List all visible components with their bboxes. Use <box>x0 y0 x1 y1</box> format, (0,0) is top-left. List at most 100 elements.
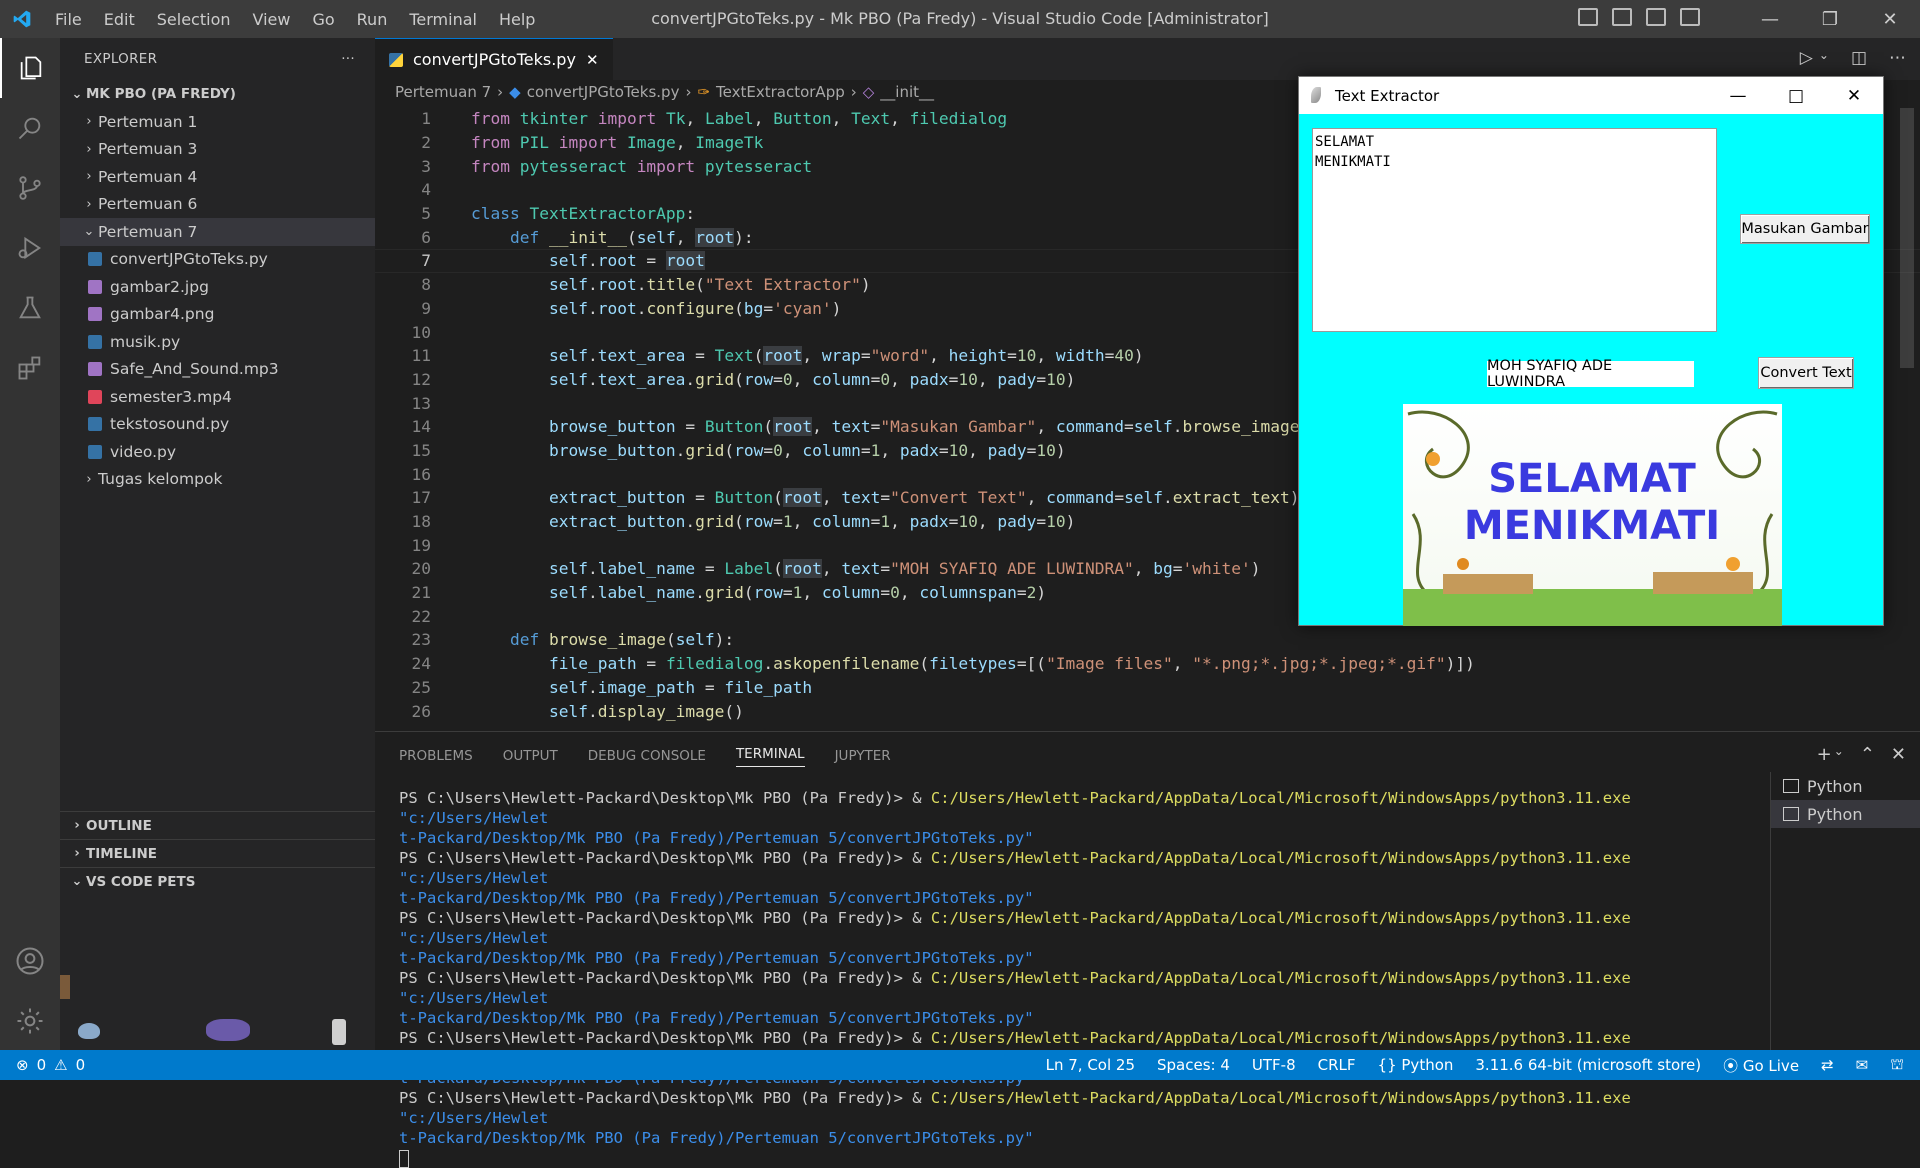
split-editor-icon[interactable]: ◫ <box>1851 48 1867 68</box>
terminal-output[interactable]: PS C:\Users\Hewlett-Packard\Desktop\Mk P… <box>399 788 1749 1168</box>
close-panel-icon[interactable]: ✕ <box>1891 744 1906 765</box>
search-icon[interactable] <box>0 98 60 158</box>
terminal-line: t-Packard/Desktop/Mk PBO (Pa Fredy)/Pert… <box>399 1128 1749 1148</box>
file-item[interactable]: semester3.mp4 <box>60 383 375 411</box>
vscode-pets-section[interactable]: ⌄ VS CODE PETS <box>60 867 375 895</box>
tab-convertjpgtoteks[interactable]: convertJPGtoTeks.py ✕ <box>375 38 613 80</box>
breadcrumb-folder[interactable]: Pertemuan 7 <box>395 83 491 101</box>
indentation[interactable]: Spaces: 4 <box>1157 1056 1230 1074</box>
maximize-icon[interactable]: □ <box>1767 77 1825 114</box>
timeline-section[interactable]: › TIMELINE <box>60 839 375 867</box>
source-control-icon[interactable] <box>0 158 60 218</box>
py-file-icon <box>88 417 102 432</box>
explorer-icon[interactable] <box>0 38 60 98</box>
folder-item[interactable]: › Pertemuan 4 <box>60 163 375 191</box>
img-file-icon <box>88 279 102 294</box>
folder-item[interactable]: › Tugas kelompok <box>60 466 375 494</box>
encoding[interactable]: UTF-8 <box>1252 1056 1296 1074</box>
menu-run[interactable]: Run <box>346 10 399 29</box>
run-file-icon[interactable]: ▷ <box>1800 48 1813 68</box>
close-icon[interactable]: ✕ <box>1860 0 1920 38</box>
pet-bird-icon[interactable] <box>78 1023 100 1039</box>
pet-dog-icon[interactable] <box>60 975 70 999</box>
file-item[interactable]: gambar2.jpg <box>60 273 375 301</box>
language-mode[interactable]: {} Python <box>1378 1056 1454 1074</box>
file-item[interactable]: Safe_And_Sound.mp3 <box>60 356 375 384</box>
tab-output[interactable]: OUTPUT <box>503 748 558 764</box>
tab-problems[interactable]: PROBLEMS <box>399 748 473 764</box>
outline-section[interactable]: › OUTLINE <box>60 811 375 839</box>
restore-icon[interactable]: ❐ <box>1800 0 1860 38</box>
tab-terminal[interactable]: TERMINAL <box>735 746 805 767</box>
menu-view[interactable]: View <box>242 10 302 29</box>
chevron-down-icon[interactable]: ⌄ <box>1834 744 1844 765</box>
breadcrumb-class[interactable]: TextExtractorApp <box>716 83 845 101</box>
editor-scrollbar[interactable] <box>1900 108 1914 368</box>
folder-item[interactable]: › Pertemuan 3 <box>60 136 375 164</box>
terminal-item-label: Python <box>1807 776 1863 796</box>
close-icon[interactable]: ✕ <box>1825 77 1883 114</box>
folder-item[interactable]: › Pertemuan 6 <box>60 191 375 219</box>
tab-debug-console[interactable]: DEBUG CONSOLE <box>588 748 706 764</box>
pet-cat-icon[interactable] <box>206 1019 250 1041</box>
settings-gear-icon[interactable] <box>0 991 60 1051</box>
notifications-bell-icon[interactable]: ⛫ <box>1890 1055 1904 1075</box>
testing-icon[interactable] <box>0 278 60 338</box>
code-line: 23 def browse_image(self): <box>411 630 735 650</box>
python-interpreter[interactable]: 3.11.6 64-bit (microsoft store) <box>1475 1056 1701 1074</box>
terminal-command: C:/Users/Hewlett-Packard/AppData/Local/M… <box>930 789 1631 807</box>
minimize-icon[interactable]: — <box>1709 77 1767 114</box>
menu-help[interactable]: Help <box>488 10 546 29</box>
terminal-line: t-Packard/Desktop/Mk PBO (Pa Fredy)/Pert… <box>399 828 1749 848</box>
file-item[interactable]: musik.py <box>60 328 375 356</box>
file-tree: › Pertemuan 1 › Pertemuan 3 › Pertemuan 4 › Per… <box>60 108 375 493</box>
terminal-item-active[interactable]: Python <box>1771 800 1920 828</box>
file-item[interactable]: gambar4.png <box>60 301 375 329</box>
live-share-icon[interactable]: ⇄ <box>1821 1056 1834 1074</box>
new-terminal-icon[interactable]: + <box>1817 744 1832 765</box>
terminal-line: t-Packard/Desktop/Mk PBO (Pa Fredy)/Pert… <box>399 948 1749 968</box>
breadcrumb-file[interactable]: convertJPGtoTeks.py <box>527 83 680 101</box>
feedback-icon[interactable]: ✉ <box>1856 1056 1869 1074</box>
workspace-folder-label: MK PBO (PA FREDY) <box>86 86 236 102</box>
file-item[interactable]: tekstosound.py <box>60 411 375 439</box>
breadcrumb-method[interactable]: __init__ <box>880 83 934 101</box>
toggle-sidebar-icon[interactable] <box>1578 8 1598 26</box>
more-actions-icon[interactable]: ··· <box>341 51 355 67</box>
masukan-gambar-button[interactable]: Masukan Gambar <box>1740 214 1870 244</box>
folder-item[interactable]: ⌄ Pertemuan 7 <box>60 218 375 246</box>
go-live[interactable]: ⦿ Go Live <box>1723 1055 1799 1076</box>
file-item[interactable]: convertJPGtoTeks.py <box>60 246 375 274</box>
account-icon[interactable] <box>0 931 60 991</box>
menu-go[interactable]: Go <box>301 10 345 29</box>
welcome-image-graphic: SELAMAT MENIKMATI <box>1403 410 1782 626</box>
cursor-position[interactable]: Ln 7, Col 25 <box>1046 1056 1135 1074</box>
close-tab-icon[interactable]: ✕ <box>586 51 599 69</box>
chevron-down-icon[interactable]: ⌄ <box>1819 48 1829 68</box>
terminal-item[interactable]: Python <box>1771 772 1920 800</box>
menu-terminal[interactable]: Terminal <box>398 10 488 29</box>
more-actions-icon[interactable]: ⋯ <box>1889 48 1906 68</box>
customize-layout-icon[interactable] <box>1680 8 1700 26</box>
folder-item[interactable]: › Pertemuan 1 <box>60 108 375 136</box>
menu-edit[interactable]: Edit <box>93 10 146 29</box>
file-item[interactable]: video.py <box>60 438 375 466</box>
maximize-panel-icon[interactable]: ⌃ <box>1860 744 1875 765</box>
line-ending[interactable]: CRLF <box>1318 1056 1356 1074</box>
extensions-icon[interactable] <box>0 338 60 398</box>
chevron-right-icon: › <box>86 114 92 130</box>
extracted-text-area[interactable]: SELAMAT MENIKMATI <box>1312 128 1717 332</box>
problems-indicator[interactable]: ⊗ 0 ⚠ 0 <box>0 1056 85 1074</box>
code-line: 26 self.display_image() <box>411 701 744 721</box>
convert-text-button[interactable]: Convert Text <box>1758 357 1854 389</box>
run-debug-icon[interactable] <box>0 218 60 278</box>
tab-jupyter[interactable]: JUPYTER <box>835 748 891 764</box>
minimize-icon[interactable]: — <box>1740 0 1800 38</box>
toggle-secondary-sidebar-icon[interactable] <box>1646 8 1666 26</box>
workspace-folder[interactable]: ⌄ MK PBO (PA FREDY) <box>60 80 375 108</box>
menu-file[interactable]: File <box>44 10 93 29</box>
tree-item-label: Pertemuan 4 <box>98 167 198 186</box>
pet-clippy-icon[interactable] <box>332 1019 346 1045</box>
menu-selection[interactable]: Selection <box>146 10 242 29</box>
toggle-panel-icon[interactable] <box>1612 8 1632 26</box>
